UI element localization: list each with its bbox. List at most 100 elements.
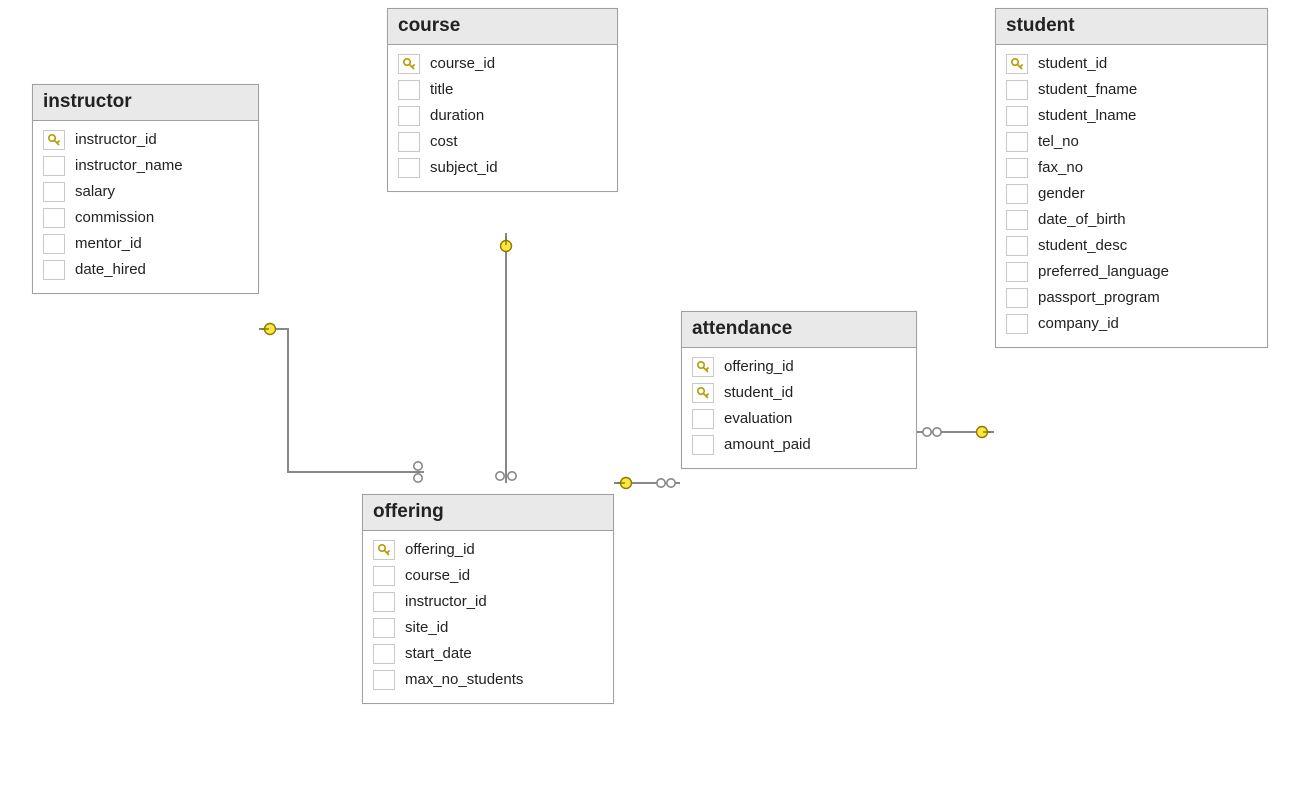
column-row: student_lname bbox=[1002, 103, 1261, 129]
pk-cell bbox=[692, 435, 714, 455]
column-name: gender bbox=[1038, 185, 1257, 202]
column-name: offering_id bbox=[405, 541, 603, 558]
rel-attendance-student bbox=[917, 427, 994, 438]
pk-cell bbox=[43, 208, 65, 228]
column-name: commission bbox=[75, 209, 248, 226]
column-name: duration bbox=[430, 107, 607, 124]
column-name: instructor_name bbox=[75, 157, 248, 174]
entity-title: attendance bbox=[682, 312, 916, 348]
column-row: course_id bbox=[394, 51, 611, 77]
column-name: evaluation bbox=[724, 410, 906, 427]
pk-cell bbox=[43, 260, 65, 280]
column-row: instructor_id bbox=[369, 589, 607, 615]
pk-cell bbox=[398, 54, 420, 74]
column-name: offering_id bbox=[724, 358, 906, 375]
column-row: passport_program bbox=[1002, 285, 1261, 311]
column-row: gender bbox=[1002, 181, 1261, 207]
column-row: max_no_students bbox=[369, 667, 607, 693]
entity-columns: offering_id student_id evaluation amount… bbox=[682, 348, 916, 468]
entity-student[interactable]: student student_id student_fname student… bbox=[995, 8, 1268, 348]
pk-cell bbox=[43, 130, 65, 150]
pk-cell bbox=[43, 234, 65, 254]
rel-offering-attendance bbox=[614, 478, 680, 489]
column-row: fax_no bbox=[1002, 155, 1261, 181]
pk-cell bbox=[373, 670, 395, 690]
rel-course-offering bbox=[496, 233, 516, 483]
pk-cell bbox=[398, 106, 420, 126]
pk-cell bbox=[1006, 132, 1028, 152]
rel-instructor-offering bbox=[259, 324, 424, 483]
pk-cell bbox=[373, 644, 395, 664]
entity-offering[interactable]: offering offering_id course_id instructo… bbox=[362, 494, 614, 704]
pk-cell bbox=[373, 540, 395, 560]
column-name: date_of_birth bbox=[1038, 211, 1257, 228]
pk-cell bbox=[398, 80, 420, 100]
key-icon bbox=[697, 361, 709, 373]
column-row: subject_id bbox=[394, 155, 611, 181]
entity-instructor[interactable]: instructor instructor_id instructor_name… bbox=[32, 84, 259, 294]
entity-columns: instructor_id instructor_name salary com… bbox=[33, 121, 258, 293]
key-icon bbox=[403, 58, 415, 70]
column-row: mentor_id bbox=[39, 231, 252, 257]
column-row: student_id bbox=[1002, 51, 1261, 77]
pk-cell bbox=[1006, 106, 1028, 126]
pk-cell bbox=[692, 357, 714, 377]
pk-cell bbox=[692, 409, 714, 429]
column-row: date_hired bbox=[39, 257, 252, 283]
pk-cell bbox=[1006, 54, 1028, 74]
column-row: commission bbox=[39, 205, 252, 231]
column-name: course_id bbox=[405, 567, 603, 584]
column-row: tel_no bbox=[1002, 129, 1261, 155]
column-name: salary bbox=[75, 183, 248, 200]
column-name: date_hired bbox=[75, 261, 248, 278]
column-name: tel_no bbox=[1038, 133, 1257, 150]
entity-columns: student_id student_fname student_lname t… bbox=[996, 45, 1267, 347]
pk-cell bbox=[1006, 210, 1028, 230]
pk-cell bbox=[1006, 262, 1028, 282]
column-name: passport_program bbox=[1038, 289, 1257, 306]
column-row: salary bbox=[39, 179, 252, 205]
column-row: offering_id bbox=[688, 354, 910, 380]
column-row: preferred_language bbox=[1002, 259, 1261, 285]
column-name: cost bbox=[430, 133, 607, 150]
column-name: student_lname bbox=[1038, 107, 1257, 124]
column-name: title bbox=[430, 81, 607, 98]
column-row: instructor_name bbox=[39, 153, 252, 179]
column-name: preferred_language bbox=[1038, 263, 1257, 280]
entity-title: instructor bbox=[33, 85, 258, 121]
pk-cell bbox=[1006, 184, 1028, 204]
column-name: student_id bbox=[724, 384, 906, 401]
column-row: student_fname bbox=[1002, 77, 1261, 103]
column-row: company_id bbox=[1002, 311, 1261, 337]
column-name: company_id bbox=[1038, 315, 1257, 332]
column-name: site_id bbox=[405, 619, 603, 636]
column-row: student_desc bbox=[1002, 233, 1261, 259]
key-icon bbox=[378, 544, 390, 556]
entity-title: course bbox=[388, 9, 617, 45]
pk-cell bbox=[398, 132, 420, 152]
pk-cell bbox=[43, 156, 65, 176]
entity-title: student bbox=[996, 9, 1267, 45]
entity-columns: offering_id course_id instructor_id site… bbox=[363, 531, 613, 703]
key-icon bbox=[697, 387, 709, 399]
column-row: duration bbox=[394, 103, 611, 129]
entity-course[interactable]: course course_id title duration cost sub… bbox=[387, 8, 618, 192]
column-name: instructor_id bbox=[75, 131, 248, 148]
column-row: amount_paid bbox=[688, 432, 910, 458]
key-icon bbox=[1011, 58, 1023, 70]
column-name: fax_no bbox=[1038, 159, 1257, 176]
column-row: student_id bbox=[688, 380, 910, 406]
pk-cell bbox=[1006, 314, 1028, 334]
column-name: amount_paid bbox=[724, 436, 906, 453]
pk-cell bbox=[398, 158, 420, 178]
er-diagram-canvas: instructor instructor_id instructor_name… bbox=[0, 0, 1294, 810]
column-name: subject_id bbox=[430, 159, 607, 176]
entity-attendance[interactable]: attendance offering_id student_id evalua… bbox=[681, 311, 917, 469]
pk-cell bbox=[1006, 236, 1028, 256]
column-row: title bbox=[394, 77, 611, 103]
pk-cell bbox=[373, 566, 395, 586]
column-name: student_desc bbox=[1038, 237, 1257, 254]
column-name: student_fname bbox=[1038, 81, 1257, 98]
column-row: instructor_id bbox=[39, 127, 252, 153]
column-row: offering_id bbox=[369, 537, 607, 563]
